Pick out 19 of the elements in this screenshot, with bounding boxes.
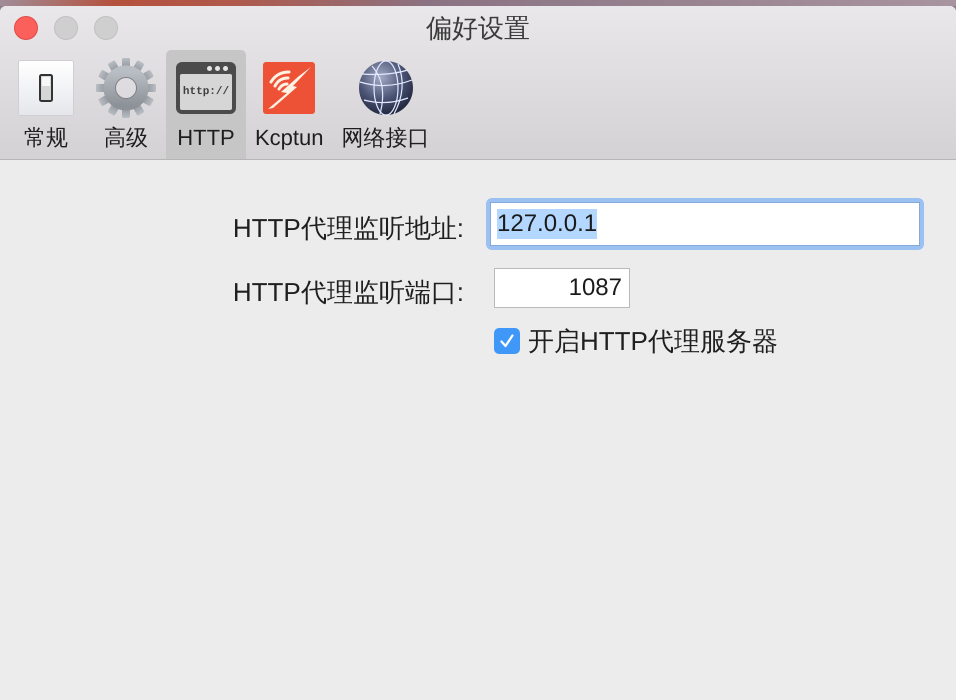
signal-bolt-icon bbox=[263, 62, 316, 114]
field-label: HTTP代理监听端口: bbox=[232, 277, 464, 307]
toolbar-tab[interactable]: Kcptun bbox=[246, 50, 332, 159]
checkbox[interactable] bbox=[494, 328, 520, 354]
check-icon bbox=[499, 333, 515, 349]
gear-icon bbox=[95, 57, 157, 119]
switch-icon bbox=[18, 60, 74, 116]
toolbar-tab[interactable]: 网络接口 bbox=[332, 50, 438, 159]
toolbar-tab[interactable]: 高级 bbox=[86, 50, 166, 159]
text-field[interactable]: 127.0.0.1 bbox=[486, 198, 924, 250]
field-label: HTTP代理监听地址: bbox=[232, 213, 464, 243]
globe-icon bbox=[358, 60, 414, 116]
toolbar-tab[interactable]: http:// HTTP bbox=[166, 50, 246, 159]
icon-text: http:// bbox=[182, 86, 230, 98]
number-field[interactable]: 1087 bbox=[494, 268, 630, 308]
window-title: 偏好设置 bbox=[426, 13, 530, 43]
toolbar-tab[interactable]: 常规 bbox=[6, 50, 86, 159]
close-button[interactable] bbox=[14, 16, 38, 40]
checkbox-label: 开启HTTP代理服务器 bbox=[528, 326, 778, 356]
